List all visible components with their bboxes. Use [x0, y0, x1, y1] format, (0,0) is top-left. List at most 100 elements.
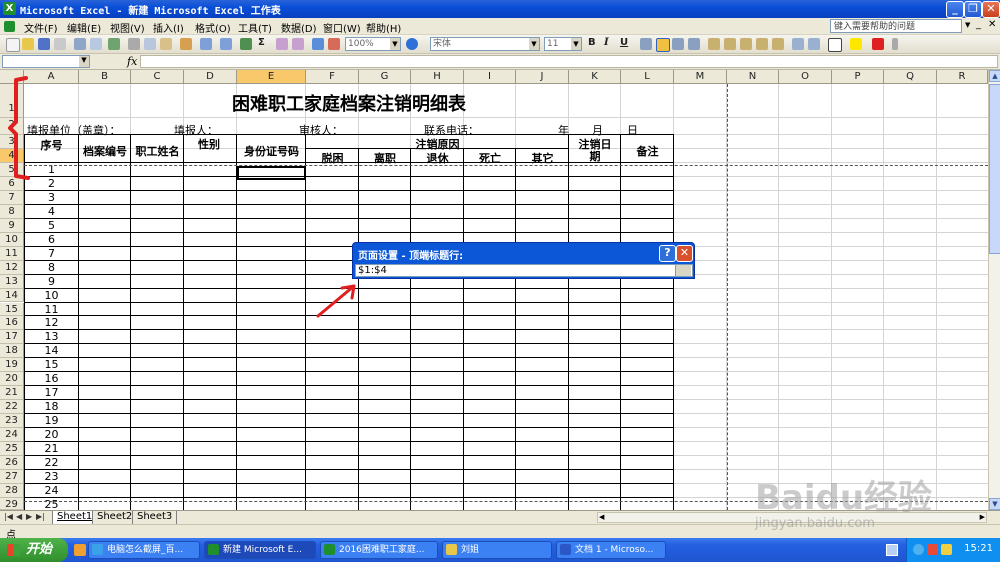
row-header-21[interactable]: 21	[0, 386, 24, 401]
first-sheet-icon[interactable]: |◀	[4, 512, 13, 521]
menu-edit[interactable]: 编辑(E)	[67, 20, 101, 35]
column-header-n[interactable]: N	[727, 70, 779, 84]
menu-help[interactable]: 帮助(H)	[366, 20, 401, 35]
borders-icon[interactable]	[828, 38, 842, 52]
workbook-minimize-button[interactable]: _	[976, 19, 981, 30]
paste-icon[interactable]	[160, 38, 172, 50]
row-header-25[interactable]: 25	[0, 442, 24, 456]
save-icon[interactable]	[38, 38, 50, 50]
font-color-icon[interactable]	[872, 38, 884, 50]
row-header-28[interactable]: 28	[0, 483, 24, 498]
task-excel-2016[interactable]: 2016困难职工家庭...	[320, 541, 438, 559]
row-header-16[interactable]: 16	[0, 316, 24, 331]
row-header-12[interactable]: 12	[0, 260, 24, 275]
row-header-11[interactable]: 11	[0, 246, 24, 261]
column-header-l[interactable]: L	[621, 70, 674, 84]
name-box[interactable]: ▼	[2, 55, 90, 68]
worksheet-grid[interactable]: 困难职工家庭档案注销明细表 填报单位（盖章）： 填报人： 审核人： 联系电话： …	[24, 84, 988, 510]
column-header-g[interactable]: G	[359, 70, 411, 84]
column-header-h[interactable]: H	[411, 70, 464, 84]
row-header-14[interactable]: 14	[0, 288, 24, 303]
column-header-f[interactable]: F	[306, 70, 359, 84]
menu-window[interactable]: 窗口(W)	[323, 20, 361, 35]
menu-data[interactable]: 数据(D)	[281, 20, 317, 35]
percent-icon[interactable]	[724, 38, 736, 50]
help-icon[interactable]	[406, 38, 418, 50]
task-folder[interactable]: 刘姐	[442, 541, 552, 559]
menu-view[interactable]: 视图(V)	[110, 20, 145, 35]
increase-indent-icon[interactable]	[808, 38, 820, 50]
minimize-button[interactable]: _	[946, 1, 964, 18]
help-search-input[interactable]: 键入需要帮助的问题	[830, 19, 962, 33]
column-header-e[interactable]: E	[237, 70, 306, 84]
workbook-close-button[interactable]: ✕	[988, 19, 996, 30]
merge-center-icon[interactable]	[688, 38, 700, 50]
chart-wizard-icon[interactable]	[312, 38, 324, 50]
open-icon[interactable]	[22, 38, 34, 50]
toolbar-options-icon[interactable]	[892, 38, 898, 50]
permission-icon[interactable]	[54, 38, 66, 50]
row-header-20[interactable]: 20	[0, 372, 24, 387]
column-header-j[interactable]: J	[516, 70, 569, 84]
row-header-19[interactable]: 19	[0, 358, 24, 373]
help-dropdown-icon[interactable]: ▼	[965, 21, 970, 29]
active-cell[interactable]	[237, 166, 306, 180]
quick-launch-icon[interactable]	[74, 544, 86, 556]
menu-insert[interactable]: 插入(I)	[153, 20, 184, 35]
workbook-icon[interactable]	[4, 21, 15, 32]
task-excel-new[interactable]: 新建 Microsoft E...	[204, 541, 316, 559]
menu-tools[interactable]: 工具(T)	[238, 20, 272, 35]
format-painter-icon[interactable]	[180, 38, 192, 50]
row-header-8[interactable]: 8	[0, 204, 24, 219]
volume-icon[interactable]	[941, 544, 952, 555]
row-header-27[interactable]: 27	[0, 469, 24, 484]
title-rows-input[interactable]: $1:$4	[355, 264, 693, 277]
fill-color-icon[interactable]	[850, 38, 862, 50]
column-header-k[interactable]: K	[569, 70, 621, 84]
row-header-10[interactable]: 10	[0, 232, 24, 247]
currency-icon[interactable]	[708, 38, 720, 50]
restore-button[interactable]: ❐	[964, 1, 982, 18]
sheet-tab-1[interactable]: Sheet1	[52, 511, 98, 525]
column-header-c[interactable]: C	[131, 70, 184, 84]
dialog-help-button[interactable]: ?	[659, 245, 676, 262]
row-header-17[interactable]: 17	[0, 330, 24, 345]
undo-icon[interactable]	[200, 38, 212, 50]
decrease-indent-icon[interactable]	[792, 38, 804, 50]
spelling-icon[interactable]	[108, 38, 120, 50]
start-button[interactable]: 开始	[0, 538, 68, 562]
column-header-m[interactable]: M	[674, 70, 727, 84]
row-header-9[interactable]: 9	[0, 218, 24, 233]
show-desktop-icon[interactable]	[886, 544, 898, 556]
sheet-tab-3[interactable]: Sheet3	[132, 511, 178, 525]
autosum-icon[interactable]: Σ	[258, 37, 265, 48]
task-browser[interactable]: 电脑怎么截屏_百...	[88, 541, 200, 559]
vertical-scrollbar[interactable]: ▲ ▼	[988, 70, 1000, 510]
font-size-select[interactable]: 11 ▼	[544, 37, 582, 51]
row-header-18[interactable]: 18	[0, 344, 24, 359]
column-header-i[interactable]: I	[464, 70, 516, 84]
new-icon[interactable]	[6, 38, 20, 52]
prev-sheet-icon[interactable]: ◀	[16, 512, 22, 521]
drawing-icon[interactable]	[328, 38, 340, 50]
column-header-p[interactable]: P	[832, 70, 884, 84]
hyperlink-icon[interactable]	[240, 38, 252, 50]
column-header-r[interactable]: R	[937, 70, 988, 84]
row-header-24[interactable]: 24	[0, 428, 24, 442]
column-header-q[interactable]: Q	[884, 70, 937, 84]
page-setup-dialog[interactable]: 页面设置 - 顶端标题行: ? ✕ $1:$4	[352, 242, 695, 279]
row-header-29[interactable]: 29	[0, 497, 24, 510]
next-sheet-icon[interactable]: ▶	[26, 512, 32, 521]
security-icon[interactable]	[927, 544, 938, 555]
scroll-right-icon[interactable]: ▶	[980, 513, 985, 521]
menu-file[interactable]: 文件(F)	[24, 20, 58, 35]
print-preview-icon[interactable]	[90, 38, 102, 50]
excel-app-icon[interactable]: X	[3, 2, 16, 15]
menu-format[interactable]: 格式(O)	[195, 20, 231, 35]
cut-icon[interactable]	[128, 38, 140, 50]
comma-icon[interactable]	[740, 38, 752, 50]
task-word[interactable]: 文档 1 - Microso...	[556, 541, 666, 559]
dialog-close-button[interactable]: ✕	[676, 245, 693, 262]
column-header-b[interactable]: B	[79, 70, 131, 84]
sheet-tab-2[interactable]: Sheet2	[92, 511, 138, 525]
